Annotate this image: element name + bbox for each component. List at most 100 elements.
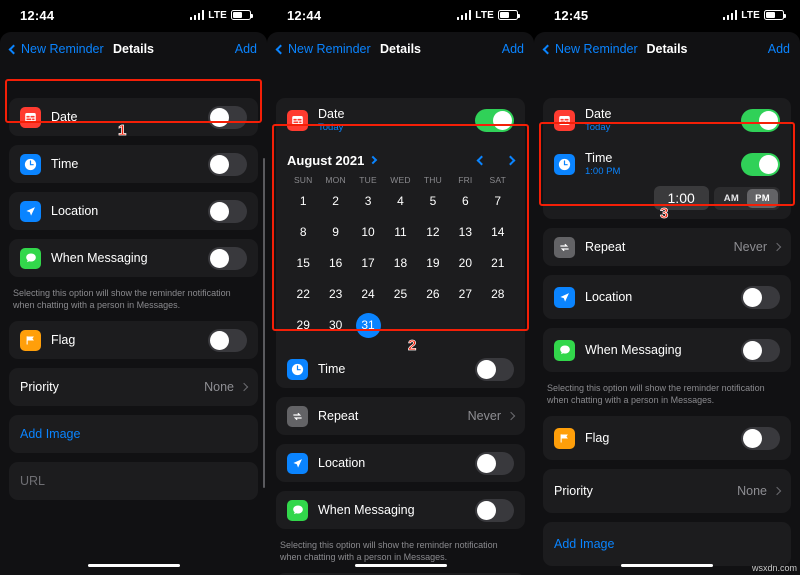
row-date[interactable]: Date Today <box>543 98 791 142</box>
row-time[interactable]: Time 1:00 PM <box>543 142 791 186</box>
calendar-next-month-icon[interactable] <box>505 155 516 165</box>
back-button[interactable]: New Reminder <box>275 42 371 56</box>
row-flag-label: Flag <box>585 431 610 446</box>
time-toggle[interactable] <box>475 357 514 381</box>
calendar-day[interactable]: 19 <box>417 248 449 279</box>
calendar-day[interactable]: 14 <box>482 217 514 248</box>
calendar-day[interactable] <box>449 310 481 341</box>
row-date[interactable]: Date Today <box>276 98 525 142</box>
am-segment[interactable]: AM <box>716 189 747 208</box>
calendar-day[interactable]: 12 <box>417 217 449 248</box>
message-bubble-icon <box>554 339 575 361</box>
calendar-day[interactable]: 15 <box>287 248 319 279</box>
row-repeat[interactable]: Repeat Never <box>543 228 791 266</box>
calendar-day[interactable]: 9 <box>319 217 351 248</box>
scrollbar[interactable] <box>263 158 265 488</box>
calendar-day[interactable] <box>482 310 514 341</box>
back-button[interactable]: New Reminder <box>542 42 638 56</box>
add-button[interactable]: Add <box>235 42 257 56</box>
messaging-toggle[interactable] <box>741 338 780 362</box>
date-toggle[interactable] <box>208 105 247 129</box>
calendar-day[interactable]: 13 <box>449 217 481 248</box>
row-priority-label: Priority <box>20 380 59 395</box>
calendar-day[interactable]: 5 <box>417 186 449 217</box>
calendar-day[interactable]: 20 <box>449 248 481 279</box>
row-location[interactable]: Location <box>276 444 525 482</box>
calendar-day[interactable]: 3 <box>352 186 384 217</box>
date-toggle[interactable] <box>475 108 514 132</box>
row-time-text: Time <box>318 362 345 376</box>
row-url[interactable]: URL <box>9 462 258 500</box>
calendar-day[interactable]: 29 <box>287 310 319 341</box>
signal-bars-icon <box>456 10 472 20</box>
back-button[interactable]: New Reminder <box>8 42 104 56</box>
calendar-day[interactable]: 2 <box>319 186 351 217</box>
flag-toggle[interactable] <box>741 426 780 450</box>
row-messaging[interactable]: When Messaging <box>276 491 525 529</box>
chevron-right-icon[interactable] <box>369 155 378 165</box>
weekday-label: THU <box>423 175 442 185</box>
row-add-image[interactable]: Add Image <box>543 522 791 566</box>
url-card[interactable]: URL <box>9 462 258 501</box>
calendar-prev-month-icon[interactable] <box>476 155 487 165</box>
messaging-toggle[interactable] <box>475 498 514 522</box>
messaging-toggle[interactable] <box>208 246 247 270</box>
calendar-day[interactable]: 28 <box>482 279 514 310</box>
row-repeat[interactable]: Repeat Never <box>276 397 525 435</box>
calendar-day[interactable]: 25 <box>384 279 416 310</box>
calendar-day[interactable]: 1 <box>287 186 319 217</box>
add-image-card[interactable]: Add Image <box>543 522 791 567</box>
time-toggle[interactable] <box>208 152 247 176</box>
time-toggle[interactable] <box>741 152 780 176</box>
status-indicators: LTE <box>189 10 253 21</box>
url-input[interactable]: URL <box>20 474 45 488</box>
row-priority[interactable]: Priority None <box>543 469 791 513</box>
location-toggle[interactable] <box>741 285 780 309</box>
calendar-day[interactable]: 16 <box>319 248 351 279</box>
calendar-day[interactable]: 18 <box>384 248 416 279</box>
pm-segment[interactable]: PM <box>747 188 778 208</box>
row-time[interactable]: Time <box>276 350 525 388</box>
date-time-card: Date Today Time 1:00 PM 1:00 AM PM <box>543 98 791 219</box>
calendar-day[interactable]: 24 <box>352 279 384 310</box>
row-add-image[interactable]: Add Image <box>9 415 258 453</box>
row-flag[interactable]: Flag <box>543 416 791 460</box>
calendar-day[interactable]: 10 <box>352 217 384 248</box>
add-button[interactable]: Add <box>768 42 790 56</box>
calendar-day[interactable]: 4 <box>384 186 416 217</box>
status-bar: 12:44 LTE <box>267 0 534 30</box>
calendar-day-selected[interactable]: 31 <box>352 310 384 341</box>
row-priority[interactable]: Priority None <box>9 368 258 406</box>
calendar-day[interactable]: 27 <box>449 279 481 310</box>
add-image-card[interactable]: Add Image <box>9 415 258 454</box>
calendar-day[interactable]: 7 <box>482 186 514 217</box>
row-messaging[interactable]: When Messaging <box>9 239 258 277</box>
row-time[interactable]: Time <box>9 145 258 183</box>
location-toggle[interactable] <box>475 451 514 475</box>
calendar-day[interactable]: 22 <box>287 279 319 310</box>
row-messaging[interactable]: When Messaging <box>543 328 791 372</box>
date-toggle[interactable] <box>741 108 780 132</box>
calendar-day[interactable]: 21 <box>482 248 514 279</box>
calendar-day[interactable] <box>417 310 449 341</box>
messaging-card: When Messaging <box>276 491 525 529</box>
calendar-day[interactable]: 26 <box>417 279 449 310</box>
location-toggle[interactable] <box>208 199 247 223</box>
add-button[interactable]: Add <box>502 42 524 56</box>
calendar-day[interactable]: 6 <box>449 186 481 217</box>
calendar-day[interactable]: 23 <box>319 279 351 310</box>
calendar-day[interactable]: 11 <box>384 217 416 248</box>
calendar-picker[interactable]: August 2021 SUN MON TUE WED THU FRI SAT … <box>276 142 525 350</box>
row-location[interactable]: Location <box>543 275 791 319</box>
calendar-day[interactable]: 8 <box>287 217 319 248</box>
row-location[interactable]: Location <box>9 192 258 230</box>
flag-toggle[interactable] <box>208 328 247 352</box>
calendar-day[interactable]: 30 <box>319 310 351 341</box>
calendar-nav <box>476 155 516 165</box>
calendar-month-label[interactable]: August 2021 <box>287 153 364 168</box>
home-indicator <box>621 563 713 567</box>
row-flag[interactable]: Flag <box>9 321 258 359</box>
priority-card: Priority None <box>9 368 258 407</box>
calendar-day[interactable]: 17 <box>352 248 384 279</box>
row-date[interactable]: Date <box>9 98 258 136</box>
